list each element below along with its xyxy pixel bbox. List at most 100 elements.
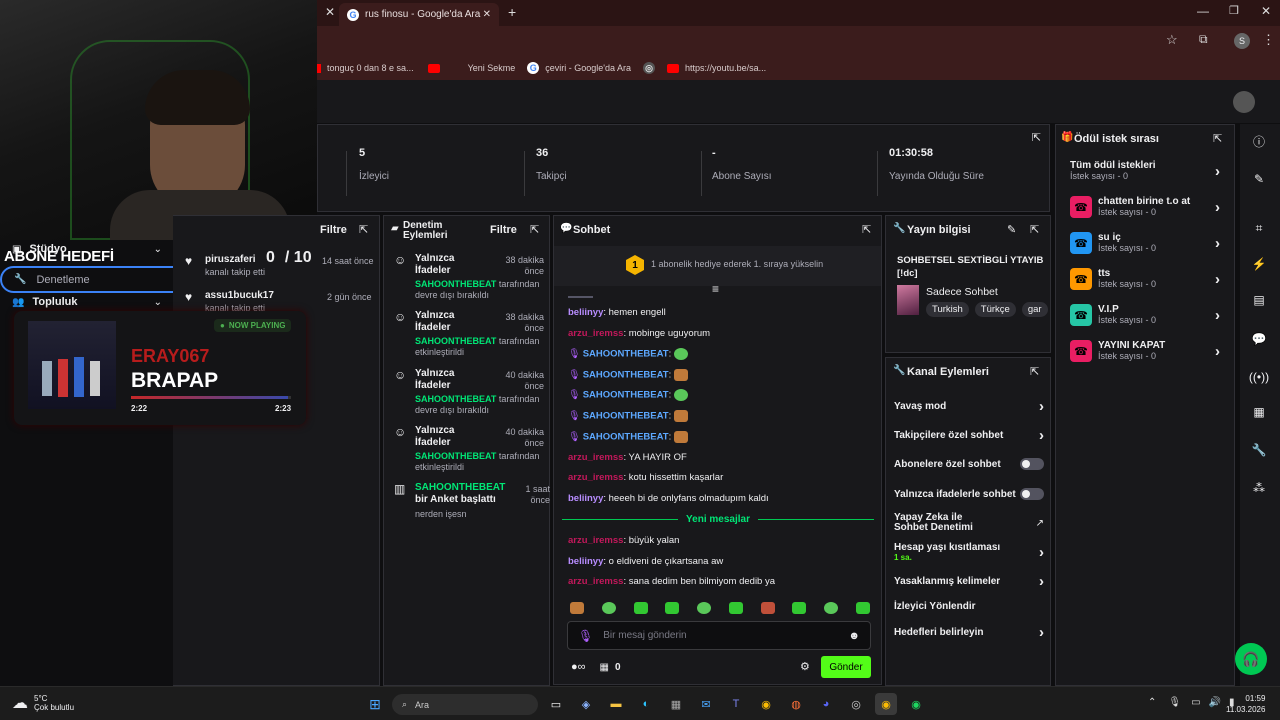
emoji-picker-icon[interactable]: ☻ — [848, 630, 860, 642]
emote-icon[interactable] — [728, 602, 743, 614]
bookmark-item[interactable]: Yeni Sekme — [468, 63, 516, 73]
tag[interactable]: Türkçe — [974, 302, 1016, 317]
profile-avatar[interactable]: S — [1234, 33, 1250, 49]
close-tab-icon[interactable]: ✕ — [325, 5, 335, 19]
popout-icon[interactable]: ⇱ — [1032, 131, 1041, 144]
menu-kebab-icon[interactable]: ⋮ — [1262, 32, 1275, 48]
chat-icon[interactable]: 💬 — [1246, 326, 1272, 352]
tag[interactable]: Turkish — [926, 302, 969, 317]
screen-icon[interactable]: ⌗ — [1246, 215, 1272, 241]
chat-input[interactable]: 🎙 Bir mesaj gönderin ☻ — [567, 621, 871, 650]
store-icon[interactable]: ▦ — [600, 662, 609, 673]
settings-gear-icon[interactable]: ⚙ — [800, 660, 810, 673]
weather-widget[interactable]: ☁ 5°C Çok bulutlu — [12, 693, 74, 713]
spotify-icon[interactable]: ◉ — [905, 693, 927, 715]
clock[interactable]: 01:59 11.03.2026 — [1226, 693, 1265, 715]
mod-actor[interactable]: SAHOONTHEBEAT — [415, 451, 496, 461]
edit-pencil-icon[interactable]: ✎ — [1007, 223, 1016, 236]
popout-icon[interactable]: ⇱ — [1030, 223, 1039, 236]
chat-username[interactable]: SAHOONTHEBEAT — [583, 432, 669, 443]
mod-actor[interactable]: SAHOONTHEBEAT — [415, 279, 496, 289]
user-avatar[interactable] — [1233, 91, 1255, 113]
file-explorer-icon[interactable]: ▬ — [605, 693, 627, 715]
follower-name[interactable]: assu1bucuk17 — [205, 290, 274, 301]
chat-username[interactable]: beliinyy — [568, 307, 603, 318]
reward-all[interactable]: Tüm ödül istekleri İstek sayısı - 0 › — [1070, 160, 1220, 182]
bookmark-star-icon[interactable]: ☆ — [1166, 32, 1178, 48]
action-ai-moderation[interactable]: Yapay Zeka ile Sohbet Denetimi ↗ — [894, 513, 1044, 533]
windows-start-icon[interactable]: ⊞ — [364, 693, 386, 715]
poll-actor[interactable]: SAHOONTHEBEAT — [415, 482, 505, 493]
popout-icon[interactable]: ⇱ — [1213, 132, 1222, 145]
steam-icon[interactable]: ◎ — [845, 693, 867, 715]
chat-username[interactable]: arzu_iremss — [568, 452, 623, 463]
emote-icon[interactable] — [570, 602, 584, 614]
task-view-icon[interactable]: ▭ — [545, 693, 567, 715]
chat-username[interactable]: SAHOONTHEBEAT — [583, 411, 669, 422]
volume-icon[interactable]: 🔊 — [1209, 697, 1221, 708]
bookmark-item[interactable]: çeviri - Google'da Ara — [545, 63, 631, 73]
new-tab-icon[interactable]: + — [508, 4, 516, 20]
category-thumbnail[interactable] — [897, 285, 919, 315]
filter-button[interactable]: Filtre — [320, 224, 347, 236]
lightning-icon[interactable]: ⚡ — [1246, 251, 1272, 277]
discord-icon[interactable]: ◕ — [815, 693, 837, 715]
monitor-icon[interactable]: ▭ — [1191, 697, 1200, 708]
emote-icon[interactable] — [601, 602, 616, 614]
chat-username[interactable]: beliinyy — [568, 556, 603, 567]
mod-actor[interactable]: SAHOONTHEBEAT — [415, 394, 496, 404]
bookmark-item[interactable]: tonguç 0 dan 8 e sa... — [327, 63, 414, 73]
chat-username[interactable]: arzu_iremss — [568, 472, 623, 483]
info-icon[interactable]: ⓘ — [1246, 128, 1272, 154]
reward-item[interactable]: ☎ su iç İstek sayısı - 0 › — [1070, 232, 1220, 254]
action-goals[interactable]: Hedefleri belirleyin › — [894, 624, 1044, 641]
emote-icon[interactable] — [792, 602, 807, 614]
action-banned-words[interactable]: Yasaklanmış kelimeler › — [894, 573, 1044, 590]
edit-icon[interactable]: ✎ — [1246, 166, 1272, 192]
subs-only-toggle[interactable] — [1020, 458, 1044, 470]
send-button[interactable]: Gönder — [821, 656, 871, 678]
reward-item[interactable]: ☎ chatten birine t.o at İstek sayısı - 0… — [1070, 196, 1220, 218]
mail-icon[interactable]: ✉ — [695, 693, 717, 715]
reward-item[interactable]: ☎ V.I.P İstek sayısı - 0 › — [1070, 304, 1220, 326]
chat-username[interactable]: arzu_iremss — [568, 328, 623, 339]
follower-name[interactable]: piruszaferi — [205, 254, 256, 265]
points-icon[interactable]: ●∞ — [571, 661, 586, 673]
chat-username[interactable]: SAHOONTHEBEAT — [583, 390, 669, 401]
emote-icon[interactable] — [824, 602, 839, 614]
chat-username[interactable]: arzu_iremss — [568, 535, 623, 546]
reward-item[interactable]: ☎ YAYINI KAPAT İstek sayısı - 0 › — [1070, 340, 1220, 362]
copilot-icon[interactable]: ◈ — [575, 693, 597, 715]
chat-username[interactable]: arzu_iremss — [568, 576, 623, 587]
popout-icon[interactable]: ⇱ — [1030, 365, 1039, 378]
minimize-icon[interactable]: — — [1197, 4, 1209, 18]
restore-icon[interactable]: ❐ — [1229, 4, 1239, 17]
wrench-icon[interactable]: 🔧 — [1246, 437, 1272, 463]
emote-icon[interactable] — [760, 602, 775, 614]
support-headset-icon[interactable]: 🎧 — [1235, 643, 1267, 675]
edge-icon[interactable]: ◐ — [635, 693, 657, 715]
mod-actor[interactable]: SAHOONTHEBEAT — [415, 336, 496, 346]
scroll-down-icon[interactable]: ≡ — [712, 282, 719, 296]
action-redirect[interactable]: İzleyici Yönlendir — [894, 601, 1044, 612]
broadcast-icon[interactable]: ((•)) — [1246, 364, 1272, 390]
tab-close-icon[interactable]: ✕ — [483, 9, 491, 20]
filter-button[interactable]: Filtre — [490, 224, 517, 236]
chrome-active-icon[interactable]: ◉ — [875, 693, 897, 715]
emote-icon[interactable] — [633, 602, 648, 614]
mic-icon[interactable]: 🎙 — [578, 629, 593, 643]
layout-icon[interactable]: ▦ — [1246, 399, 1272, 425]
extensions-icon[interactable]: ⧉ — [1199, 32, 1208, 47]
emote-icon[interactable] — [855, 602, 870, 614]
chrome-icon[interactable]: ◉ — [755, 693, 777, 715]
teams-icon[interactable]: T — [725, 693, 747, 715]
popout-icon[interactable]: ⇱ — [530, 223, 539, 236]
action-followers-only[interactable]: Takipçilere özel sohbet › — [894, 427, 1044, 444]
action-account-age[interactable]: Hesap yaşı kısıtlaması 1 sa. › — [894, 542, 1044, 562]
apps-icon[interactable]: ⁂ — [1246, 475, 1272, 501]
tag[interactable]: gar — [1021, 302, 1048, 317]
taskbar-search[interactable]: ⌕ Ara — [392, 694, 538, 715]
store-icon[interactable]: ▦ — [665, 693, 687, 715]
browser-tab[interactable]: G rus finosu - Google'da Ara ✕ — [339, 3, 499, 26]
popout-icon[interactable]: ⇱ — [862, 223, 871, 236]
